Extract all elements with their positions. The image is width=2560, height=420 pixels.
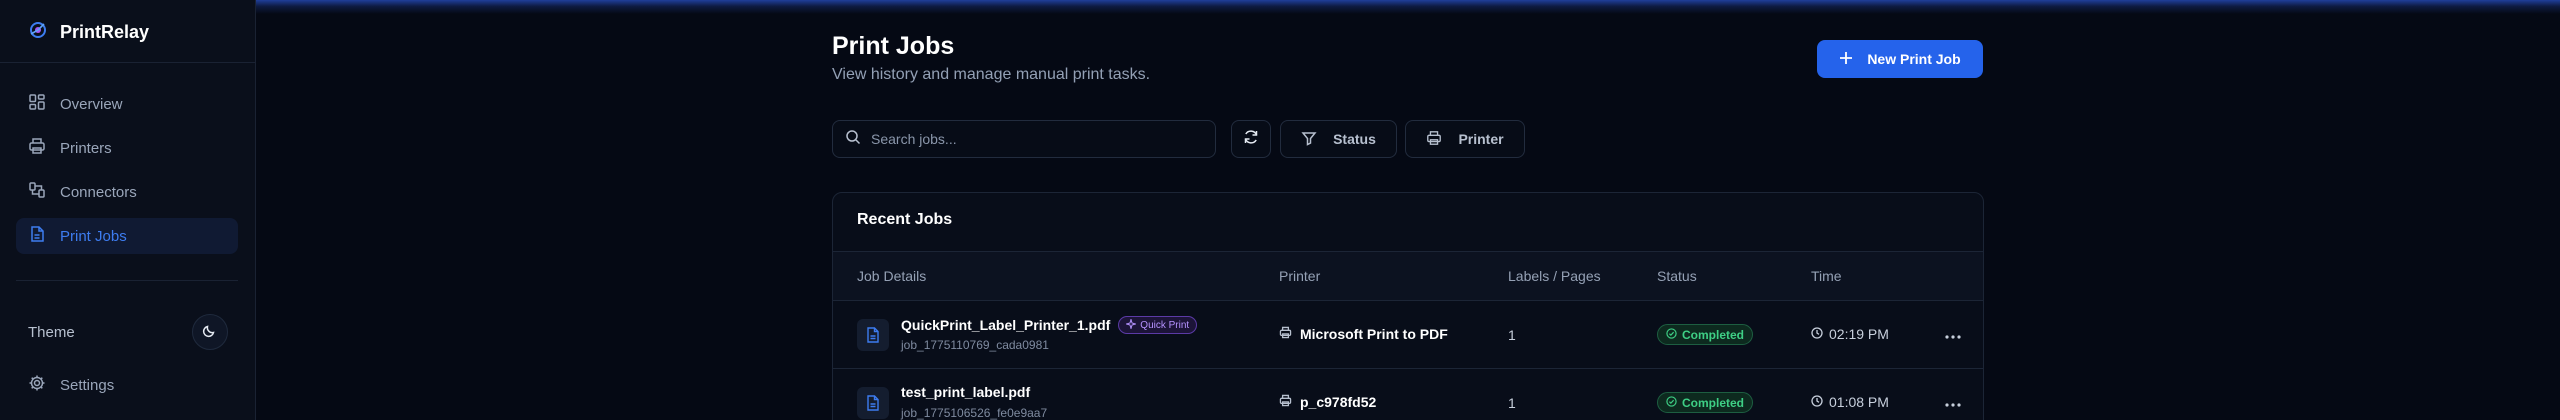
job-id: job_1775110769_cada0981 <box>901 338 1049 352</box>
clock-icon <box>1811 326 1823 342</box>
status-label: Completed <box>1682 327 1745 342</box>
printer-name: p_c978fd52 <box>1300 394 1377 410</box>
printer-cell: p_c978fd52 <box>1279 394 1376 410</box>
page-subtitle: View history and manage manual print tas… <box>832 66 1151 83</box>
sidebar-item-label: Printers <box>60 139 112 157</box>
time-cell: 02:19 PM <box>1811 326 1889 342</box>
more-horizontal-icon <box>1945 394 1961 412</box>
badge-label: Quick Print <box>1140 319 1190 331</box>
column-header-printer: Printer <box>1279 268 1321 284</box>
brand[interactable]: PrintRelay <box>28 20 149 44</box>
column-header-labels-pages: Labels / Pages <box>1508 268 1601 284</box>
row-actions-button[interactable] <box>1943 327 1963 343</box>
search-input[interactable] <box>871 131 1191 147</box>
column-header-time: Time <box>1811 268 1842 284</box>
page-title: Print Jobs <box>832 32 955 60</box>
job-id: job_1775106526_fe0e9aa7 <box>901 406 1048 420</box>
clock-icon <box>1811 394 1823 410</box>
column-header-job-details: Job Details <box>857 268 927 284</box>
moon-icon <box>202 322 218 343</box>
file-icon <box>28 225 46 247</box>
status-filter-label: Status <box>1333 131 1376 147</box>
labels-count: 1 <box>1508 327 1516 343</box>
time-value: 01:08 PM <box>1829 394 1889 410</box>
sidebar-item-printers[interactable]: Printers <box>16 130 238 166</box>
labels-count: 1 <box>1508 395 1516 411</box>
sidebar-item-connectors[interactable]: Connectors <box>16 174 238 210</box>
search-box <box>832 120 1216 158</box>
printer-icon <box>28 137 46 159</box>
document-icon <box>857 319 889 351</box>
status-badge: Completed <box>1657 324 1754 345</box>
printer-name: Microsoft Print to PDF <box>1300 326 1448 342</box>
file-name: QuickPrint_Label_Printer_1.pdf <box>901 317 1111 333</box>
table-row[interactable]: test_print_label.pdf job_1775106526_fe0e… <box>833 369 1983 420</box>
grid-icon <box>28 93 46 115</box>
table-row[interactable]: QuickPrint_Label_Printer_1.pdf Quick Pri… <box>833 301 1983 369</box>
file-name-cell: test_print_label.pdf <box>901 384 1030 400</box>
theme-row: Theme <box>28 314 228 350</box>
sidebar-item-label: Connectors <box>60 183 137 201</box>
status-label: Completed <box>1682 395 1745 410</box>
check-circle-icon <box>1666 327 1677 342</box>
card-title: Recent Jobs <box>857 211 953 228</box>
connector-icon <box>28 181 46 203</box>
divider <box>0 62 256 63</box>
recent-jobs-card: Recent Jobs Job Details Printer Labels /… <box>832 192 1984 420</box>
refresh-icon <box>1243 129 1259 150</box>
top-glow <box>0 0 2560 14</box>
brand-name: PrintRelay <box>60 21 150 42</box>
theme-label: Theme <box>28 323 75 341</box>
sidebar-item-overview[interactable]: Overview <box>16 86 238 122</box>
theme-toggle-button[interactable] <box>192 314 228 350</box>
printer-cell: Microsoft Print to PDF <box>1279 326 1448 342</box>
sparkle-icon <box>1124 317 1138 332</box>
filter-icon <box>1301 130 1317 149</box>
refresh-button[interactable] <box>1231 120 1271 158</box>
column-header-status: Status <box>1657 268 1697 284</box>
search-icon <box>845 129 861 150</box>
file-name: test_print_label.pdf <box>901 384 1031 400</box>
status-filter-button[interactable]: Status <box>1280 120 1397 158</box>
sidebar-nav: Overview Printers Connectors Print Jobs <box>16 86 238 262</box>
row-actions-button[interactable] <box>1943 395 1963 411</box>
time-cell: 01:08 PM <box>1811 394 1889 410</box>
table-header: Job Details Printer Labels / Pages Statu… <box>833 251 1983 301</box>
file-name-cell: QuickPrint_Label_Printer_1.pdf Quick Pri… <box>901 316 1198 334</box>
document-icon <box>857 387 889 419</box>
new-print-job-label: New Print Job <box>1867 51 1961 67</box>
printer-icon <box>1279 326 1292 342</box>
printer-icon <box>1426 130 1442 149</box>
sidebar-item-label: Print Jobs <box>60 227 127 245</box>
quick-print-badge: Quick Print <box>1118 316 1198 334</box>
sidebar-item-label: Overview <box>60 95 123 113</box>
plus-icon <box>1839 51 1853 68</box>
time-value: 02:19 PM <box>1829 326 1889 342</box>
new-print-job-button[interactable]: New Print Job <box>1817 40 1983 78</box>
printer-icon <box>1279 394 1292 410</box>
sidebar-item-settings[interactable]: Settings <box>28 374 114 396</box>
status-badge: Completed <box>1657 392 1754 413</box>
sidebar-item-print-jobs[interactable]: Print Jobs <box>16 218 238 254</box>
more-horizontal-icon <box>1945 326 1961 344</box>
printer-filter-button[interactable]: Printer <box>1405 120 1525 158</box>
printer-filter-label: Printer <box>1458 131 1504 147</box>
check-circle-icon <box>1666 395 1677 410</box>
printrelay-logo-icon <box>28 20 48 45</box>
sidebar-item-label: Settings <box>60 376 115 394</box>
sidebar: PrintRelay Overview Printers Connectors … <box>0 0 256 420</box>
gear-icon <box>28 374 46 396</box>
divider <box>16 280 238 281</box>
